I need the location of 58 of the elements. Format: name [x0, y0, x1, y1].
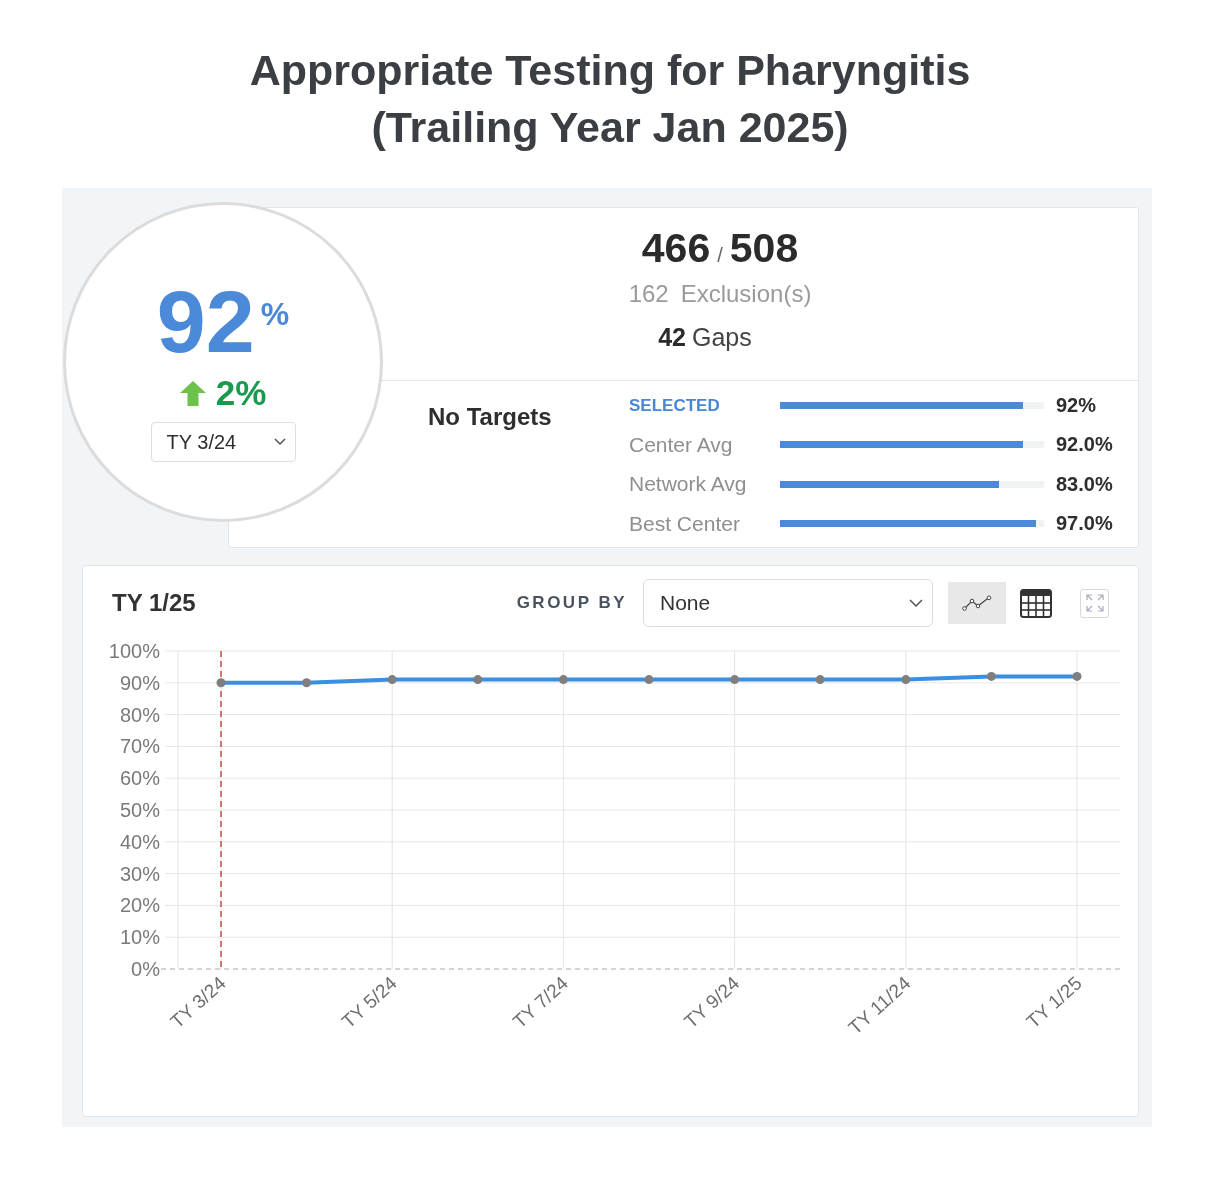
numerator: 466	[641, 224, 711, 272]
gap-count: 42	[658, 323, 686, 351]
data-point	[986, 671, 996, 681]
y-axis-label: 40%	[119, 830, 160, 853]
expand-button[interactable]	[1080, 588, 1109, 618]
y-axis-label: 90%	[119, 671, 160, 694]
comparison-value: 92.0%	[1056, 433, 1113, 457]
x-axis-label: TY 7/24	[508, 972, 573, 1033]
y-axis-label: 0%	[131, 958, 160, 980]
period-label: TY 1/25	[112, 589, 196, 617]
target-status: No Targets	[428, 403, 553, 431]
data-point	[730, 675, 740, 685]
y-axis-label: 70%	[119, 735, 160, 758]
data-point	[1072, 671, 1082, 681]
x-axis-label: TY 3/24	[166, 972, 230, 1033]
y-axis-label: 30%	[119, 862, 160, 885]
ratio-slash: /	[717, 243, 723, 268]
comparison-value: 83.0%	[1056, 472, 1113, 496]
exclusion-count: 162	[628, 280, 669, 307]
comparison-label: Center Avg	[629, 432, 734, 457]
line-chart-icon	[962, 595, 992, 611]
change-value: 2%	[215, 373, 267, 413]
y-axis-label: 10%	[119, 926, 160, 949]
y-axis-label: 60%	[119, 767, 160, 790]
group-by-label: GROUP BY	[516, 593, 627, 613]
comparison-label: Best Center	[629, 511, 741, 536]
chevron-icon	[273, 438, 286, 446]
data-point	[302, 678, 312, 688]
data-point	[815, 675, 825, 685]
exclusion-label: Exclusion(s)	[680, 280, 812, 307]
score-value: 92	[156, 278, 255, 366]
y-axis-label: 50%	[119, 799, 160, 821]
score-unit: %	[260, 298, 290, 330]
data-point	[644, 675, 654, 685]
y-axis-label: 80%	[119, 703, 160, 726]
data-point	[558, 675, 568, 685]
y-axis-label: 20%	[119, 894, 160, 917]
chevron-icon	[909, 599, 923, 607]
table-view-toggle[interactable]	[1020, 588, 1052, 618]
data-point	[473, 675, 483, 685]
line-chart-toggle[interactable]	[948, 582, 1006, 624]
denominator: 508	[729, 224, 799, 272]
group-by-dropdown[interactable]: None	[643, 579, 933, 627]
comparison-value: 92%	[1056, 394, 1097, 418]
page-title: Appropriate Testing for Pharyngitis (Trailing Year Jan 2025)	[248, 45, 972, 153]
comparison-label: SELECTED	[629, 395, 721, 416]
gap-label: Gaps	[692, 323, 752, 351]
comparison-label: Network Avg	[629, 472, 748, 497]
data-point	[216, 678, 226, 688]
data-point	[387, 675, 397, 685]
comparison-value: 97.0%	[1056, 512, 1113, 536]
y-axis-label: 100%	[108, 640, 160, 662]
table-icon	[1020, 588, 1052, 618]
x-axis-label: TY 9/24	[680, 972, 744, 1033]
period-dropdown[interactable]: TY 3/24	[150, 422, 296, 462]
x-axis-label: TY 5/24	[337, 972, 401, 1033]
expand-icon	[1084, 593, 1105, 613]
data-point	[901, 675, 911, 685]
